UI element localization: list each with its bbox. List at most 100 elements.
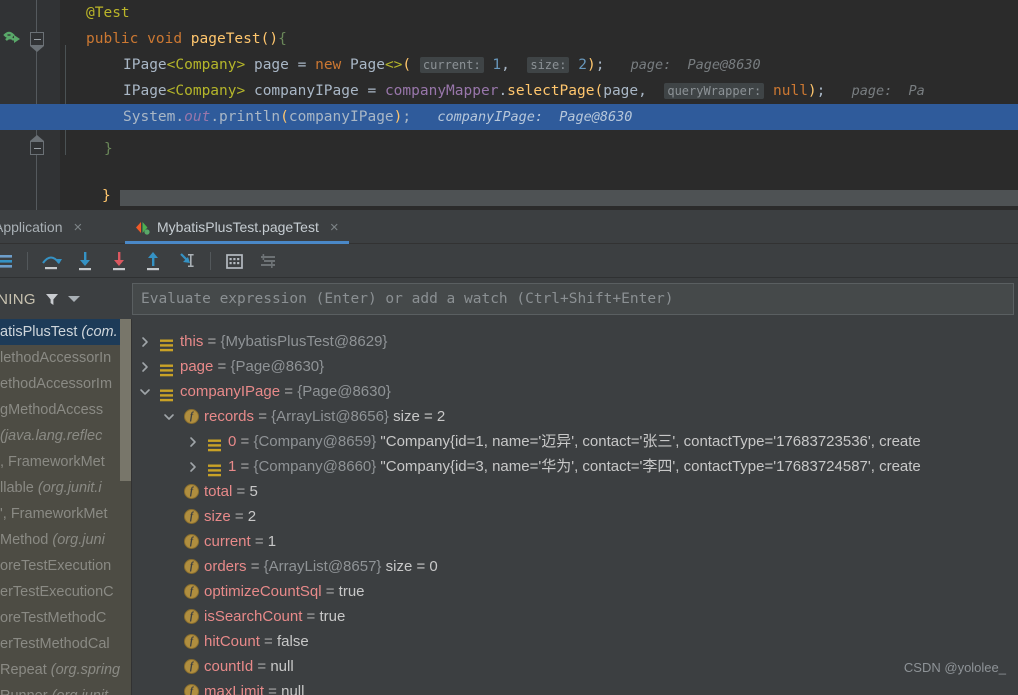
frame-row[interactable]: gMethodAccess — [0, 397, 132, 423]
tab-mybatisplustest-pagetest[interactable]: MybatisPlusTest.pageTest × — [125, 210, 349, 244]
variables-panel[interactable]: this = {MybatisPlusTest@8629} page = {Pag… — [132, 319, 1018, 695]
variable-name: current — [204, 533, 251, 550]
settings-threads-icon[interactable] — [254, 247, 282, 275]
chevron-right-icon[interactable] — [186, 454, 200, 479]
show-execution-point-icon[interactable] — [0, 247, 18, 275]
run-tab-bar[interactable]: Application × MybatisPlusTest.pageTest × — [0, 210, 1018, 244]
variable-text: hitCount = false — [204, 629, 309, 654]
chevron-right-icon[interactable] — [186, 429, 200, 454]
frame-row-name: oreTestExecution — [0, 558, 112, 574]
frame-row[interactable]: erTestExecutionC — [0, 579, 132, 605]
frame-row-name: Repeat — [0, 662, 47, 678]
tab-application-label: Application — [0, 219, 63, 235]
frame-row-name: , FrameworkMet — [0, 454, 105, 470]
variable-equals: = — [259, 633, 277, 650]
variable-name: orders — [204, 558, 247, 575]
tab-application[interactable]: Application × — [0, 210, 92, 244]
variable-text: 0 = {Company@8659} "Company{id=1, name='… — [228, 429, 921, 454]
run-test-icon[interactable] — [2, 28, 24, 50]
frame-row[interactable]: ', FrameworkMet — [0, 501, 132, 527]
frame-row-name: Runner — [0, 688, 48, 695]
close-icon[interactable]: × — [330, 219, 339, 236]
evaluate-expression-icon[interactable] — [220, 247, 248, 275]
step-over-icon[interactable] — [37, 247, 65, 275]
close-icon[interactable]: × — [74, 219, 83, 236]
chevron-down-icon[interactable] — [67, 296, 80, 302]
chevron-down-icon[interactable] — [162, 404, 176, 429]
frame-row[interactable]: , FrameworkMet — [0, 449, 132, 475]
evaluate-expression-input[interactable]: Evaluate expression (Enter) or add a wat… — [132, 283, 1014, 315]
variable-text: maxLimit = null — [204, 679, 304, 695]
variable-text: page = {Page@8630} — [180, 354, 324, 379]
chevron-right-icon[interactable] — [138, 329, 152, 354]
field-value-icon: f — [184, 634, 199, 649]
funnel-icon[interactable] — [44, 291, 60, 307]
variable-meta: size = 2 — [388, 408, 446, 425]
variable-name: hitCount — [204, 633, 260, 650]
variable-text: companyIPage = {Page@8630} — [180, 379, 391, 404]
chevron-down-icon[interactable] — [138, 379, 152, 404]
frame-row-name: oreTestMethodC — [0, 610, 107, 626]
frame-row[interactable]: Runner (org.junit — [0, 683, 132, 695]
frame-row-name: Method — [0, 532, 49, 548]
variable-name: isSearchCount — [204, 608, 303, 625]
frame-row[interactable]: oreTestExecution — [0, 553, 132, 579]
frame-row-package: (org.spring — [46, 662, 121, 678]
evaluate-bar[interactable]: NNING Evaluate expression (Enter) or add… — [0, 279, 1018, 319]
debug-status-label: NNING — [0, 290, 36, 308]
frame-row[interactable]: lethodAccessorIn — [0, 345, 132, 371]
variable-value: "Company{id=3, name='华为', contact='李四', … — [376, 458, 921, 475]
indent-guide — [65, 45, 66, 155]
object-value-icon — [208, 435, 221, 452]
variable-reference: {Page@8630} — [297, 383, 391, 400]
code-line-close-class: } — [102, 188, 111, 204]
variable-value: 5 — [249, 483, 258, 500]
code-text-area[interactable]: @Test public void pageTest(){ IPage<Comp… — [0, 0, 1018, 210]
frame-row[interactable]: atisPlusTest (com. — [0, 319, 132, 345]
frame-row[interactable]: erTestMethodCal — [0, 631, 132, 657]
fold-collapse-icon-top[interactable] — [30, 32, 44, 52]
code-line-println-current: System.out.println(companyIPage); compan… — [0, 104, 1018, 130]
variable-equals: = — [302, 608, 320, 625]
frame-row[interactable]: oreTestMethodC — [0, 605, 132, 631]
frame-row[interactable]: (java.lang.reflec — [0, 423, 132, 449]
chevron-right-icon[interactable] — [138, 354, 152, 379]
variable-value: true — [319, 608, 346, 625]
frame-row[interactable]: llable (org.junit.i — [0, 475, 132, 501]
step-out-icon[interactable] — [139, 247, 167, 275]
field-value-icon: f — [184, 559, 199, 574]
debug-status-group[interactable]: NNING — [0, 279, 120, 319]
object-value-icon — [160, 360, 173, 377]
variable-text: isSearchCount = true — [204, 604, 345, 629]
frame-row[interactable]: ethodAccessorIm — [0, 371, 132, 397]
code-editor[interactable]: @Test public void pageTest(){ IPage<Comp… — [0, 0, 1018, 210]
frames-panel[interactable]: atisPlusTest (com. lethodAccessorIn ethodA… — [0, 319, 132, 695]
variable-name: maxLimit — [204, 683, 265, 695]
frames-scrollbar[interactable] — [120, 319, 131, 481]
field-value-icon: f — [184, 534, 199, 549]
variable-text: total = 5 — [204, 479, 258, 504]
frame-row[interactable]: Repeat (org.spring — [0, 657, 132, 683]
debugger-toolbar[interactable] — [0, 244, 1018, 278]
step-into-icon[interactable] — [71, 247, 99, 275]
frame-row[interactable]: Method (org.juni — [0, 527, 132, 553]
field-value-icon: f — [184, 509, 199, 524]
variable-name: this — [180, 333, 204, 350]
code-line-selectpage: IPage<Company> companyIPage = companyMap… — [123, 83, 925, 99]
variable-name: total — [204, 483, 233, 500]
variable-equals: = — [280, 383, 298, 400]
variable-reference: {Company@8660} — [253, 458, 377, 475]
fold-collapse-icon-bottom[interactable] — [30, 135, 44, 155]
toolbar-separator-2 — [210, 251, 211, 270]
force-step-into-icon[interactable] — [105, 247, 133, 275]
variable-name: page — [180, 358, 214, 375]
variable-equals: = — [232, 483, 250, 500]
variable-equals: = — [230, 508, 248, 525]
object-value-icon — [208, 460, 221, 477]
code-line-signature: public void pageTest(){ — [86, 31, 287, 47]
variable-text: current = 1 — [204, 529, 276, 554]
frame-row-name: gMethodAccess — [0, 402, 104, 418]
variable-value: 1 — [267, 533, 277, 550]
variable-equals: = — [246, 558, 264, 575]
run-to-cursor-icon[interactable] — [173, 247, 201, 275]
